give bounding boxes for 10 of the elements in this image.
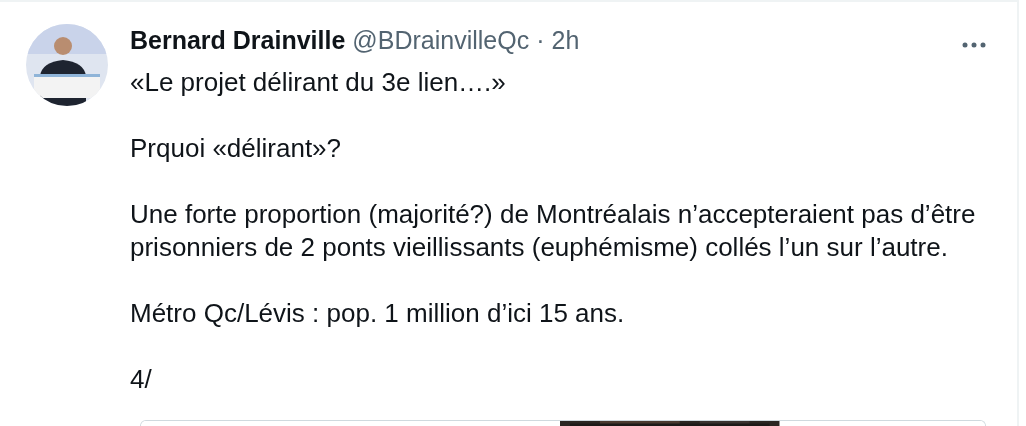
tweet-text: Métro Qc/Lévis : pop. 1 million d’ici 15 ans. xyxy=(130,297,626,330)
author-handle[interactable]: @BDrainvilleQc xyxy=(352,24,530,57)
author-name[interactable]: Bernard Drainville xyxy=(130,24,346,57)
tweet-text: «Le projet délirant du 3e lien….» xyxy=(130,66,507,99)
tweet-text: 4/ xyxy=(130,363,153,396)
more-options-icon[interactable] xyxy=(962,42,986,48)
separator: · xyxy=(536,25,545,56)
timestamp[interactable]: 2h xyxy=(551,24,580,57)
tweet-text: Une forte proportion (majorité?) de Montréalais n’accepteraient pas d’être prisonniers de 2 ponts vieillissants (euphémisme) collés l’un sur l’autre. xyxy=(130,198,977,264)
tweet-text: Prquoi «délirant»? xyxy=(130,132,343,165)
